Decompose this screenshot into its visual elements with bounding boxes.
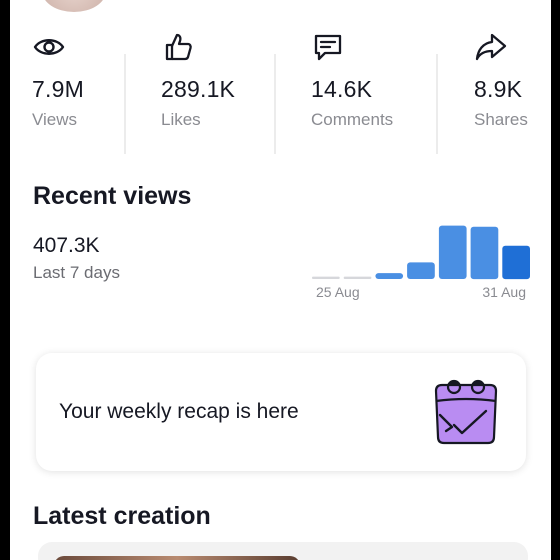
recent-views-title: Recent views bbox=[33, 182, 192, 210]
views-label: Views bbox=[32, 110, 78, 129]
x-tick-label: 31 Aug bbox=[482, 284, 526, 300]
chart-bar bbox=[502, 245, 530, 280]
views-count: 7.9M bbox=[32, 76, 84, 102]
divider bbox=[436, 54, 438, 154]
chart-bar bbox=[470, 226, 499, 280]
chart-bar bbox=[375, 273, 404, 279]
latest-creation-title: Latest creation bbox=[33, 502, 211, 530]
recent-views-chart[interactable]: 25 Aug 31 Aug bbox=[310, 222, 532, 312]
share-arrow-icon bbox=[475, 33, 507, 61]
chart-bar bbox=[438, 225, 467, 279]
shares-count: 8.9K bbox=[474, 76, 523, 102]
thumbs-up-icon bbox=[165, 33, 192, 61]
latest-creation-thumbnail[interactable] bbox=[38, 542, 528, 560]
analytics-screen: 7.9M Views 289.1K Likes 14.6K Comments 8… bbox=[10, 0, 551, 560]
x-tick-label: 25 Aug bbox=[316, 284, 360, 300]
likes-count: 289.1K bbox=[161, 76, 236, 102]
chart-bar bbox=[343, 276, 372, 279]
eye-icon bbox=[33, 39, 65, 55]
comment-icon bbox=[314, 34, 342, 61]
chart-bar bbox=[312, 276, 340, 279]
bars-svg bbox=[312, 225, 530, 280]
video-thumbnail bbox=[54, 556, 300, 560]
shares-label: Shares bbox=[474, 110, 528, 129]
comments-count: 14.6K bbox=[311, 76, 373, 102]
divider bbox=[274, 54, 276, 154]
divider bbox=[124, 54, 126, 154]
likes-label: Likes bbox=[161, 110, 201, 129]
calendar-check-icon bbox=[434, 379, 498, 445]
weekly-recap-card[interactable]: Your weekly recap is here bbox=[36, 353, 526, 471]
stats-row: 7.9M Views 289.1K Likes 14.6K Comments 8… bbox=[10, 24, 551, 154]
comments-label: Comments bbox=[311, 110, 394, 129]
chart-bar bbox=[407, 262, 435, 279]
recent-views-value: 407.3K bbox=[33, 234, 100, 257]
avatar[interactable] bbox=[42, 0, 106, 12]
recap-text: Your weekly recap is here bbox=[59, 400, 299, 423]
recent-views-period: Last 7 days bbox=[33, 263, 120, 282]
